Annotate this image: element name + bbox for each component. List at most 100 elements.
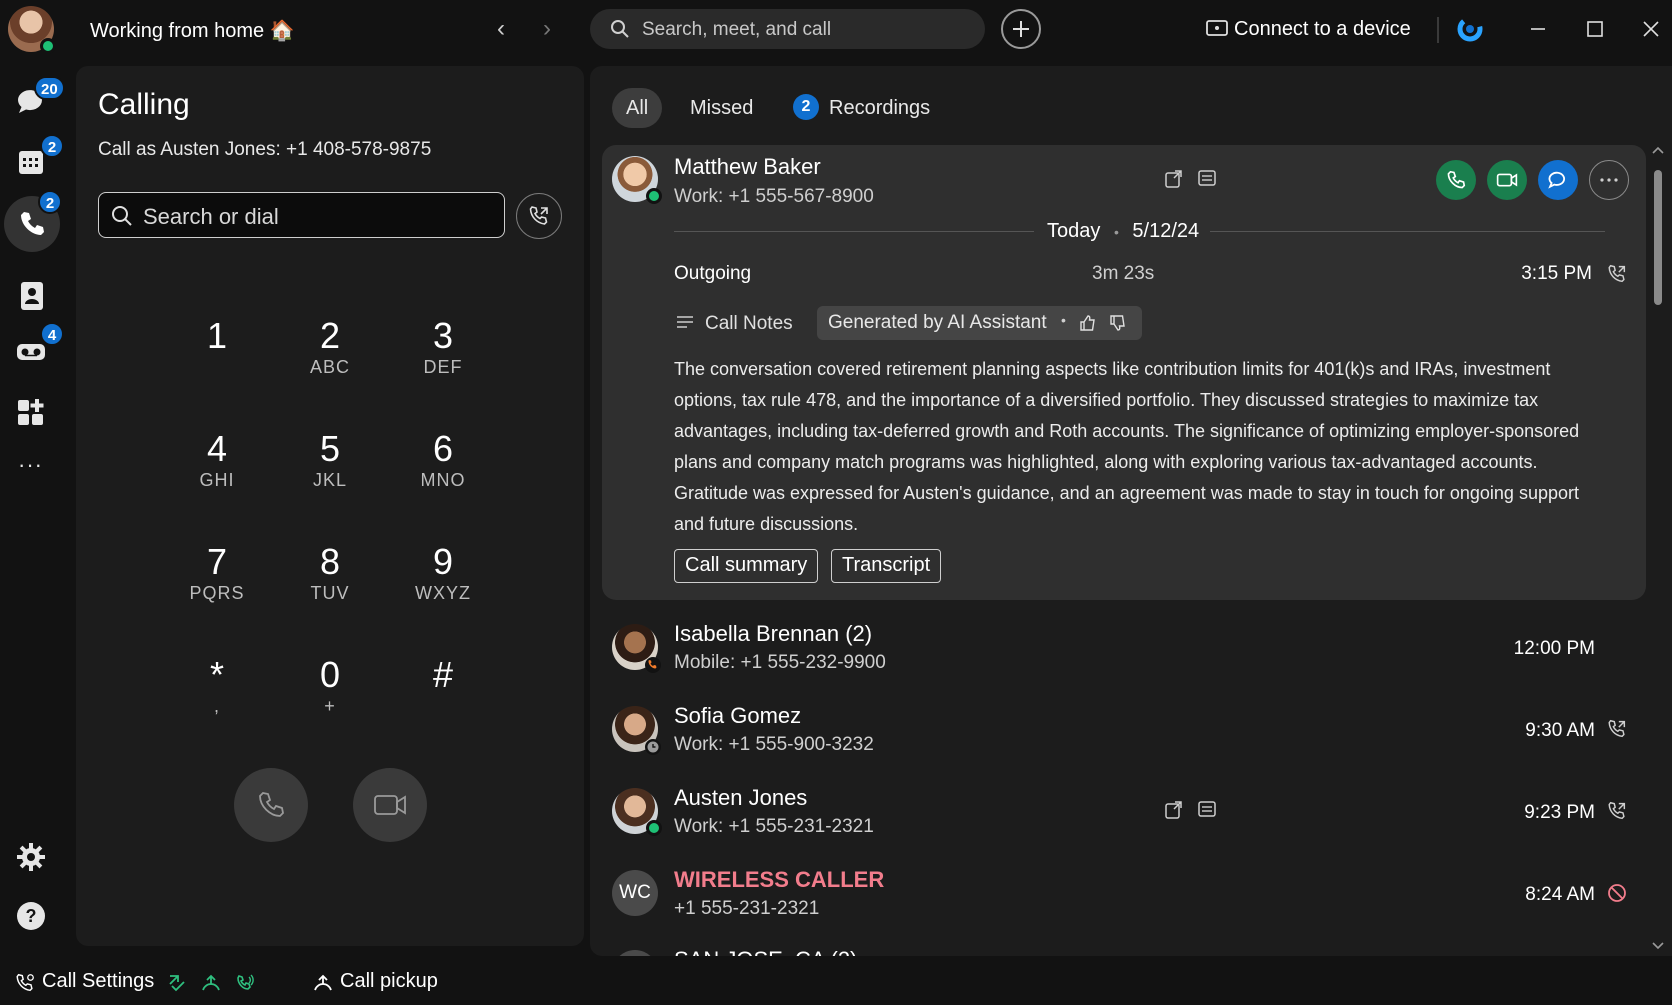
- dial-key-0[interactable]: 0 +: [280, 655, 380, 735]
- webex-logo-icon[interactable]: [1456, 15, 1484, 43]
- contact-number: Work: +1 555-231-2321: [674, 816, 874, 837]
- scrollbar-thumb[interactable]: [1654, 170, 1662, 305]
- date-label: Today • 5/12/24: [1047, 220, 1199, 243]
- outgoing-call-icon: [1608, 801, 1626, 820]
- tab-recordings-label: Recordings: [829, 97, 931, 119]
- forward-calls-icon[interactable]: [166, 972, 188, 994]
- status-message[interactable]: Working from home 🏠: [90, 18, 295, 43]
- calendar-badge: 2: [40, 134, 64, 158]
- edit-note-icon[interactable]: [1163, 168, 1185, 190]
- call-direction: Outgoing: [674, 263, 752, 284]
- close-icon[interactable]: [1636, 14, 1666, 44]
- message-button[interactable]: [1538, 160, 1578, 200]
- avatar: [612, 788, 662, 836]
- avatar: [612, 624, 661, 673]
- plus-icon: [1013, 21, 1029, 37]
- video-camera-icon: [1496, 173, 1518, 187]
- meetings-nav[interactable]: 2: [14, 134, 64, 180]
- blocked-icon: [1608, 884, 1626, 902]
- video-call-button[interactable]: [353, 768, 427, 842]
- contact-name: SAN JOSE, CA (2): [674, 947, 857, 956]
- more-options-button[interactable]: [1589, 160, 1629, 200]
- dial-key-star[interactable]: *,: [167, 655, 267, 735]
- edit-note-icon[interactable]: [1163, 799, 1185, 821]
- help-icon: ?: [17, 902, 45, 930]
- minimize-icon[interactable]: [1523, 14, 1553, 44]
- back-arrow-icon[interactable]: ‹: [488, 16, 514, 42]
- dial-key-hash[interactable]: #: [393, 655, 493, 735]
- dial-key-9[interactable]: 9 WXYZ: [393, 542, 493, 622]
- dial-key-1[interactable]: 1: [167, 316, 267, 396]
- contact-name-missed: WIRELESS CALLER: [674, 867, 885, 892]
- thumbs-down-icon[interactable]: [1108, 313, 1128, 333]
- search-icon: [112, 206, 132, 226]
- connect-device-button[interactable]: Connect to a device: [1234, 18, 1411, 41]
- single-number-reach-icon[interactable]: [234, 972, 256, 994]
- notes-lines-icon: [677, 316, 693, 328]
- dial-placeholder: Search or dial: [143, 204, 279, 229]
- more-nav[interactable]: ···: [18, 452, 43, 478]
- call-summary-button[interactable]: Call summary: [674, 549, 819, 583]
- maximize-icon[interactable]: [1580, 14, 1610, 44]
- ellipsis-icon: [1600, 178, 1618, 182]
- avatar: [612, 156, 662, 204]
- apps-nav[interactable]: [14, 394, 50, 430]
- apps-grid-icon: [18, 399, 44, 425]
- outgoing-call-icon: [1608, 719, 1626, 738]
- scroll-down-icon[interactable]: [1650, 940, 1666, 952]
- dial-key-6[interactable]: 6 MNO: [393, 429, 493, 509]
- dial-key-8[interactable]: 8 TUV: [280, 542, 380, 622]
- contacts-icon: [21, 282, 43, 310]
- gear-icon: [17, 843, 45, 871]
- date-today: Today: [1047, 220, 1101, 242]
- global-search-input[interactable]: Search, meet, and call: [590, 9, 985, 49]
- call-notes-label[interactable]: Call Notes: [705, 313, 793, 335]
- phone-icon: [21, 212, 44, 235]
- missed-call-badge-icon: [645, 657, 661, 673]
- presence-icon: [646, 188, 662, 204]
- dial-key-7[interactable]: 7 PQRS: [167, 542, 267, 622]
- voicemail-nav[interactable]: 4: [14, 322, 64, 370]
- search-or-dial-input[interactable]: Search or dial: [98, 192, 505, 238]
- svg-text:?: ?: [26, 906, 37, 926]
- video-call-back-button[interactable]: [1487, 160, 1527, 200]
- presence-icon: [646, 820, 662, 836]
- call-history-item-partial[interactable]: SAN JOSE, CA (2): [602, 938, 1646, 956]
- transcript-button[interactable]: Transcript: [831, 549, 942, 583]
- new-action-button[interactable]: [1001, 9, 1041, 49]
- ai-generated-badge: Generated by AI Assistant •: [817, 306, 1142, 340]
- thumbs-up-icon[interactable]: [1078, 313, 1098, 333]
- dial-key-3[interactable]: 3 DEF: [393, 316, 493, 396]
- search-icon: [611, 20, 629, 38]
- dial-key-2[interactable]: 2 ABC: [280, 316, 380, 396]
- dial-key-4[interactable]: 4 GHI: [167, 429, 267, 509]
- call-pickup-button[interactable]: Call pickup: [340, 970, 438, 993]
- video-camera-icon: [374, 795, 406, 815]
- call-back-button[interactable]: [1436, 160, 1476, 200]
- call-as-line[interactable]: Call as Austen Jones: +1 408-578-9875: [98, 139, 431, 161]
- dial-key-5[interactable]: 5 JKL: [280, 429, 380, 509]
- audio-call-button[interactable]: [234, 768, 308, 842]
- title-bar: Working from home 🏠 ‹ › Search, meet, an…: [0, 0, 1672, 60]
- call-options-button[interactable]: [516, 193, 562, 239]
- contacts-nav[interactable]: [14, 278, 50, 314]
- away-clock-icon: [645, 739, 661, 755]
- recordings-badge: 2: [793, 93, 819, 120]
- calling-nav[interactable]: 2: [4, 190, 62, 252]
- tab-recordings[interactable]: 2 Recordings: [793, 88, 930, 128]
- user-avatar[interactable]: [8, 6, 56, 54]
- forward-arrow-icon[interactable]: ›: [534, 16, 560, 42]
- call-settings-button[interactable]: Call Settings: [42, 970, 154, 993]
- help-nav[interactable]: ?: [14, 898, 50, 934]
- left-rail: 20 2 2 4 ··· ?: [0, 60, 65, 940]
- notes-icon[interactable]: [1196, 168, 1218, 190]
- settings-nav[interactable]: [14, 840, 50, 876]
- tab-all[interactable]: All: [612, 88, 663, 128]
- simultaneous-ring-icon[interactable]: [200, 972, 222, 994]
- messaging-nav[interactable]: 20: [14, 76, 65, 120]
- notes-icon[interactable]: [1196, 799, 1218, 821]
- scroll-up-icon[interactable]: [1650, 144, 1666, 156]
- contact-name: Matthew Baker: [674, 154, 821, 179]
- contact-number: +1 555-231-2321: [674, 898, 820, 919]
- tab-missed[interactable]: Missed: [690, 88, 753, 128]
